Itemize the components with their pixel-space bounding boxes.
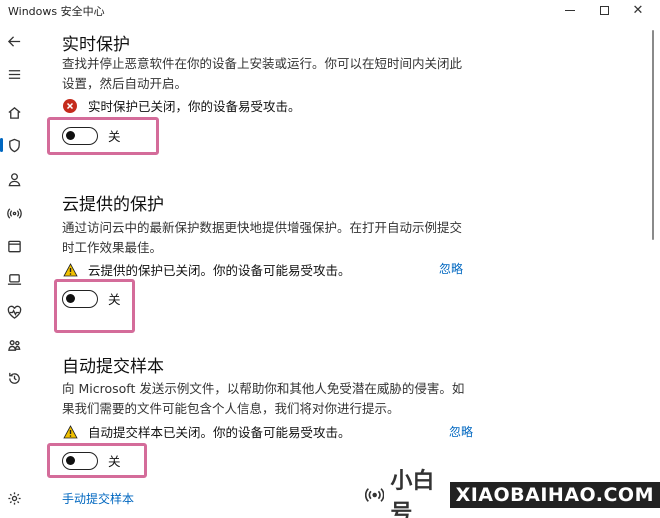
cloud-toggle[interactable]: 关	[62, 289, 121, 308]
sample-status-text: 自动提交样本已关闭。你的设备可能易受攻击。	[88, 425, 351, 440]
cloud-ignore-link[interactable]: 忽略	[439, 260, 463, 277]
realtime-status-text: 实时保护已关闭，你的设备易受攻击。	[88, 99, 301, 114]
sample-status: 自动提交样本已关闭。你的设备可能易受攻击。	[62, 422, 351, 441]
realtime-toggle[interactable]: 关	[62, 126, 121, 145]
realtime-toggle-switch[interactable]	[62, 126, 98, 145]
back-arrow-icon	[7, 35, 20, 47]
scrollbar-thumb[interactable]	[652, 30, 654, 240]
cloud-toggle-switch[interactable]	[62, 289, 98, 308]
cloud-description: 通过访问云中的最新保护数据更快地提供增强保护。在打开自动示例提交时工作效果最佳。	[62, 220, 463, 255]
sidebar-item-app-browser[interactable]	[3, 235, 25, 257]
sidebar-item-home[interactable]	[3, 101, 25, 123]
error-circle-icon	[62, 98, 78, 114]
brand-name: 小白号	[390, 469, 435, 518]
device-security-icon	[7, 273, 21, 285]
realtime-status: 实时保护已关闭，你的设备易受攻击。	[62, 96, 301, 115]
warning-triangle-icon	[62, 424, 78, 440]
brand-domain: XIAOBAIHAO.COM	[449, 482, 660, 508]
sample-toggle[interactable]: 关	[62, 451, 121, 470]
health-heart-icon	[7, 305, 21, 319]
home-icon	[7, 106, 21, 119]
brand-watermark: 小白号 XIAOBAIHAO.COM	[365, 469, 660, 518]
sample-description: 向 Microsoft 发送示例文件，以帮助你和其他人免受潜在威胁的侵害。如果我…	[62, 381, 465, 416]
sidebar-item-settings[interactable]	[3, 487, 25, 509]
toggle-knob	[66, 455, 75, 465]
history-icon	[8, 372, 20, 384]
realtime-description: 查找并停止恶意软件在你的设备上安装或运行。你可以在短时间内关闭此设置，然后自动开…	[62, 56, 463, 91]
sidebar-item-health[interactable]	[3, 301, 25, 323]
realtime-toggle-label: 关	[108, 129, 121, 144]
menu-icon	[8, 69, 20, 79]
app-browser-icon	[7, 240, 21, 252]
broadcast-icon	[365, 488, 385, 502]
sidebar-item-network[interactable]	[3, 202, 25, 224]
cloud-status-text: 云提供的保护已关闭。你的设备可能易受攻击。	[88, 263, 351, 278]
sample-toggle-label: 关	[108, 454, 121, 469]
toggle-knob	[66, 293, 75, 303]
realtime-title: 实时保护	[62, 35, 130, 55]
sample-ignore-link[interactable]: 忽略	[449, 423, 473, 440]
cloud-title: 云提供的保护	[62, 195, 164, 215]
cloud-status: 云提供的保护已关闭。你的设备可能易受攻击。	[62, 260, 351, 279]
sidebar-item-virus-protection[interactable]	[0, 134, 25, 156]
settings-gear-icon	[7, 491, 21, 505]
sidebar-item-account[interactable]	[3, 168, 25, 190]
sample-toggle-switch[interactable]	[62, 451, 98, 470]
warning-triangle-icon	[62, 262, 78, 278]
scrollbar[interactable]	[650, 30, 656, 518]
menu-button[interactable]	[3, 63, 25, 85]
manual-submit-link[interactable]: 手动提交样本	[62, 490, 134, 507]
sample-title: 自动提交样本	[62, 357, 164, 377]
family-icon	[7, 339, 20, 351]
cloud-toggle-label: 关	[108, 292, 121, 307]
main-content: 实时保护 查找并停止恶意软件在你的设备上安装或运行。你可以在短时间内关闭此设置，…	[47, 0, 642, 518]
sidebar-item-device-security[interactable]	[3, 268, 25, 290]
back-button[interactable]	[3, 30, 25, 52]
shield-icon	[8, 138, 20, 152]
sidebar-nav	[0, 20, 28, 518]
sidebar-item-family[interactable]	[3, 334, 25, 356]
network-icon	[6, 207, 22, 219]
sidebar-item-history[interactable]	[3, 367, 25, 389]
account-icon	[8, 172, 20, 186]
toggle-knob	[66, 130, 75, 140]
